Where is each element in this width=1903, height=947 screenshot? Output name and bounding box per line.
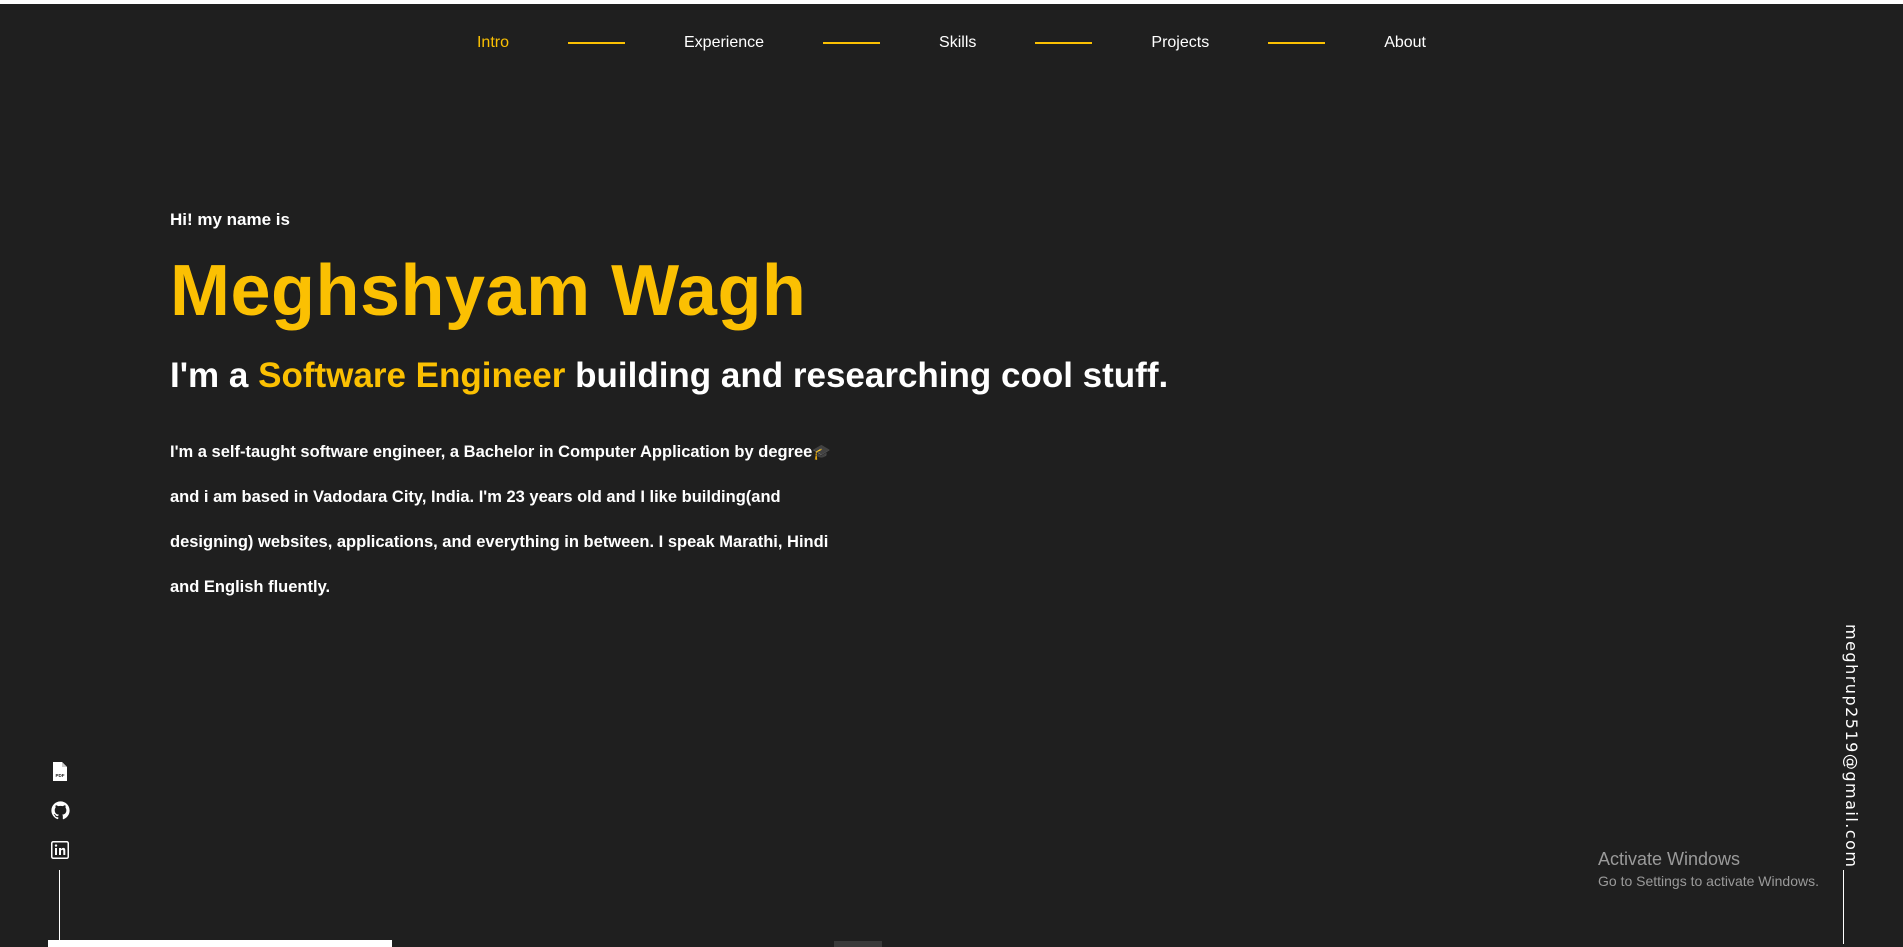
nav-separator: [1268, 42, 1326, 44]
windows-activation-watermark: Activate Windows Go to Settings to activ…: [1598, 848, 1819, 891]
hero-tagline: I'm a Software Engineer building and res…: [170, 354, 1270, 398]
bottom-scroll-tab: [834, 941, 882, 947]
social-links: PDF: [50, 762, 70, 859]
email-link[interactable]: meghrup2519@gmail.com: [1842, 624, 1861, 869]
linkedin-icon[interactable]: [50, 840, 70, 859]
github-icon[interactable]: [50, 801, 70, 820]
watermark-title: Activate Windows: [1598, 849, 1741, 869]
bio-text: I'm a self-taught software engineer, a B…: [170, 443, 813, 461]
tagline-suffix: building and researching cool stuff.: [565, 356, 1169, 395]
nav-item-skills[interactable]: Skills: [937, 34, 978, 52]
greeting-text: Hi! my name is: [170, 210, 290, 229]
social-divider-line: [59, 870, 60, 947]
nav-separator: [568, 42, 625, 44]
bio-text-rest: and i am based in Vadodara City, India. …: [170, 488, 829, 596]
nav-separator: [823, 42, 881, 44]
tagline-role: Software Engineer: [258, 356, 566, 395]
main-nav: Intro Experience Skills Projects About: [0, 30, 1903, 56]
svg-text:PDF: PDF: [56, 773, 65, 778]
nav-item-intro[interactable]: Intro: [475, 34, 511, 52]
graduation-cap-icon: 🎓: [812, 444, 832, 461]
intro-section: Hi! my name is Meghshyam Wagh I'm a Soft…: [170, 210, 1270, 610]
bio-paragraph: I'm a self-taught software engineer, a B…: [170, 430, 850, 610]
watermark-subtitle: Go to Settings to activate Windows.: [1598, 873, 1819, 889]
nav-separator: [1035, 42, 1093, 44]
nav-item-experience[interactable]: Experience: [682, 34, 766, 52]
tagline-prefix: I'm a: [170, 356, 259, 395]
pdf-resume-icon[interactable]: PDF: [50, 762, 70, 781]
bottom-edge-bar: [48, 940, 392, 947]
nav-item-projects[interactable]: Projects: [1149, 34, 1211, 52]
top-edge-bar: [0, 0, 1903, 4]
nav-item-about[interactable]: About: [1382, 34, 1428, 52]
hero-name: Meghshyam Wagh: [170, 251, 807, 331]
email-divider-line: [1843, 870, 1844, 944]
